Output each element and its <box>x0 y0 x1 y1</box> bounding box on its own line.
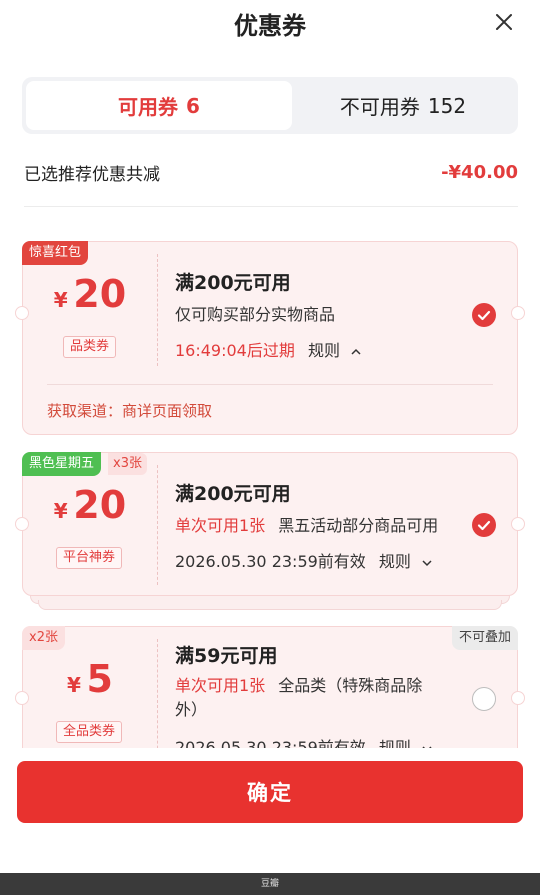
coupon-expiry: 2026.05.30 23:59前有效 <box>175 552 366 571</box>
rule-label: 规则 <box>378 552 411 571</box>
rule-label: 规则 <box>307 341 340 360</box>
divider <box>24 206 518 207</box>
card-notch-right <box>511 306 525 320</box>
coupon-amount: 5 <box>86 657 113 701</box>
checkmark-icon <box>477 520 491 531</box>
page-title: 优惠券 <box>234 12 306 40</box>
coupon-channel: 获取渠道：商详页面领取 <box>47 402 213 420</box>
coupon-tag: 惊喜红包 <box>22 241 89 265</box>
coupon-scope: 全品类（特殊商品除 <box>278 676 423 695</box>
coupon-checkbox[interactable] <box>472 513 496 537</box>
coupon-condition: 满59元可用 <box>175 645 278 667</box>
tab-unavailable-label: 不可用券 <box>339 95 420 119</box>
tab-available-label: 可用券 <box>118 95 179 119</box>
coupon-value: ¥ 20 <box>23 272 157 316</box>
coupon-tabs: 可用券 6 不可用券 152 <box>22 77 518 134</box>
coupon-value: ¥ 20 <box>23 483 157 527</box>
card-divider <box>157 465 158 585</box>
coupon-limit: 单次可用1张 <box>175 676 266 695</box>
discount-summary: 已选推荐优惠共减 -¥40.00 <box>24 158 518 186</box>
coupon-condition: 满200元可用 <box>175 483 291 505</box>
not-stackable-badge: 不可叠加 <box>451 626 518 650</box>
coupon-expiry: 16:49:04后过期 <box>175 341 295 360</box>
summary-amount: -¥40.00 <box>441 161 518 183</box>
stacked-coupon-edge <box>38 600 502 610</box>
card-footer-divider <box>47 384 493 385</box>
coupon-value: ¥ 5 <box>23 657 157 701</box>
coupon-condition: 满200元可用 <box>175 272 291 294</box>
coupon-scope-row: 单次可用1张 黑五活动部分商品可用 <box>175 512 438 536</box>
coupon-checkbox[interactable] <box>472 303 496 327</box>
coupon-type-badge: 全品类券 <box>56 721 123 743</box>
summary-label: 已选推荐优惠共减 <box>24 164 160 185</box>
card-notch-right <box>511 517 525 531</box>
tab-unavailable-count: 152 <box>427 93 467 118</box>
coupon-expiry-row: 16:49:04后过期 规则 <box>175 337 361 361</box>
tab-unavailable[interactable]: 不可用券 152 <box>292 81 514 130</box>
coupon-scope: 仅可购买部分实物商品 <box>175 305 336 324</box>
coupon-checkbox[interactable] <box>472 687 496 711</box>
chevron-down-icon <box>422 559 432 566</box>
header: 优惠券 <box>0 0 540 50</box>
currency-symbol: ¥ <box>67 673 81 697</box>
card-divider <box>157 254 158 366</box>
tab-available[interactable]: 可用券 6 <box>26 81 292 130</box>
currency-symbol: ¥ <box>53 499 68 523</box>
rule-link[interactable]: 规则 <box>379 552 432 571</box>
card-notch-right <box>511 691 525 705</box>
coupon-amount: 20 <box>73 272 127 316</box>
coupon-type-badge: 品类券 <box>63 336 117 358</box>
currency-symbol: ¥ <box>53 288 68 312</box>
confirm-button[interactable]: 确定 <box>17 761 523 823</box>
coupon-card[interactable]: 惊喜红包 ¥ 20 品类券 满200元可用 仅可购买部分实物商品 16:49:0… <box>15 241 525 435</box>
coupon-scope-cont: 外） <box>175 700 208 719</box>
coupon-amount: 20 <box>73 483 127 527</box>
chevron-up-icon <box>351 348 361 355</box>
tab-available-count: 6 <box>186 93 200 118</box>
coupon-type-badge: 平台神券 <box>56 547 123 569</box>
coupon-card[interactable]: 黑色星期五 x3张 ¥ 20 平台神券 满200元可用 单次可用1张 黑五活动部… <box>15 452 525 596</box>
checkmark-icon <box>477 310 491 321</box>
coupon-scope: 黑五活动部分商品可用 <box>278 516 439 535</box>
coupon-scope-row: 单次可用1张 全品类（特殊商品除 外） <box>175 674 455 722</box>
coupon-limit: 单次可用1张 <box>175 516 266 535</box>
coupon-tag: 黑色星期五 <box>22 452 102 476</box>
watermark: 豆瓣 <box>0 873 540 895</box>
coupon-expiry-row: 2026.05.30 23:59前有效 规则 <box>175 548 432 572</box>
rule-link[interactable]: 规则 <box>308 341 361 360</box>
coupon-tag: x2张 <box>22 626 65 650</box>
close-icon[interactable] <box>492 10 516 34</box>
coupon-count: x3张 <box>108 453 147 475</box>
